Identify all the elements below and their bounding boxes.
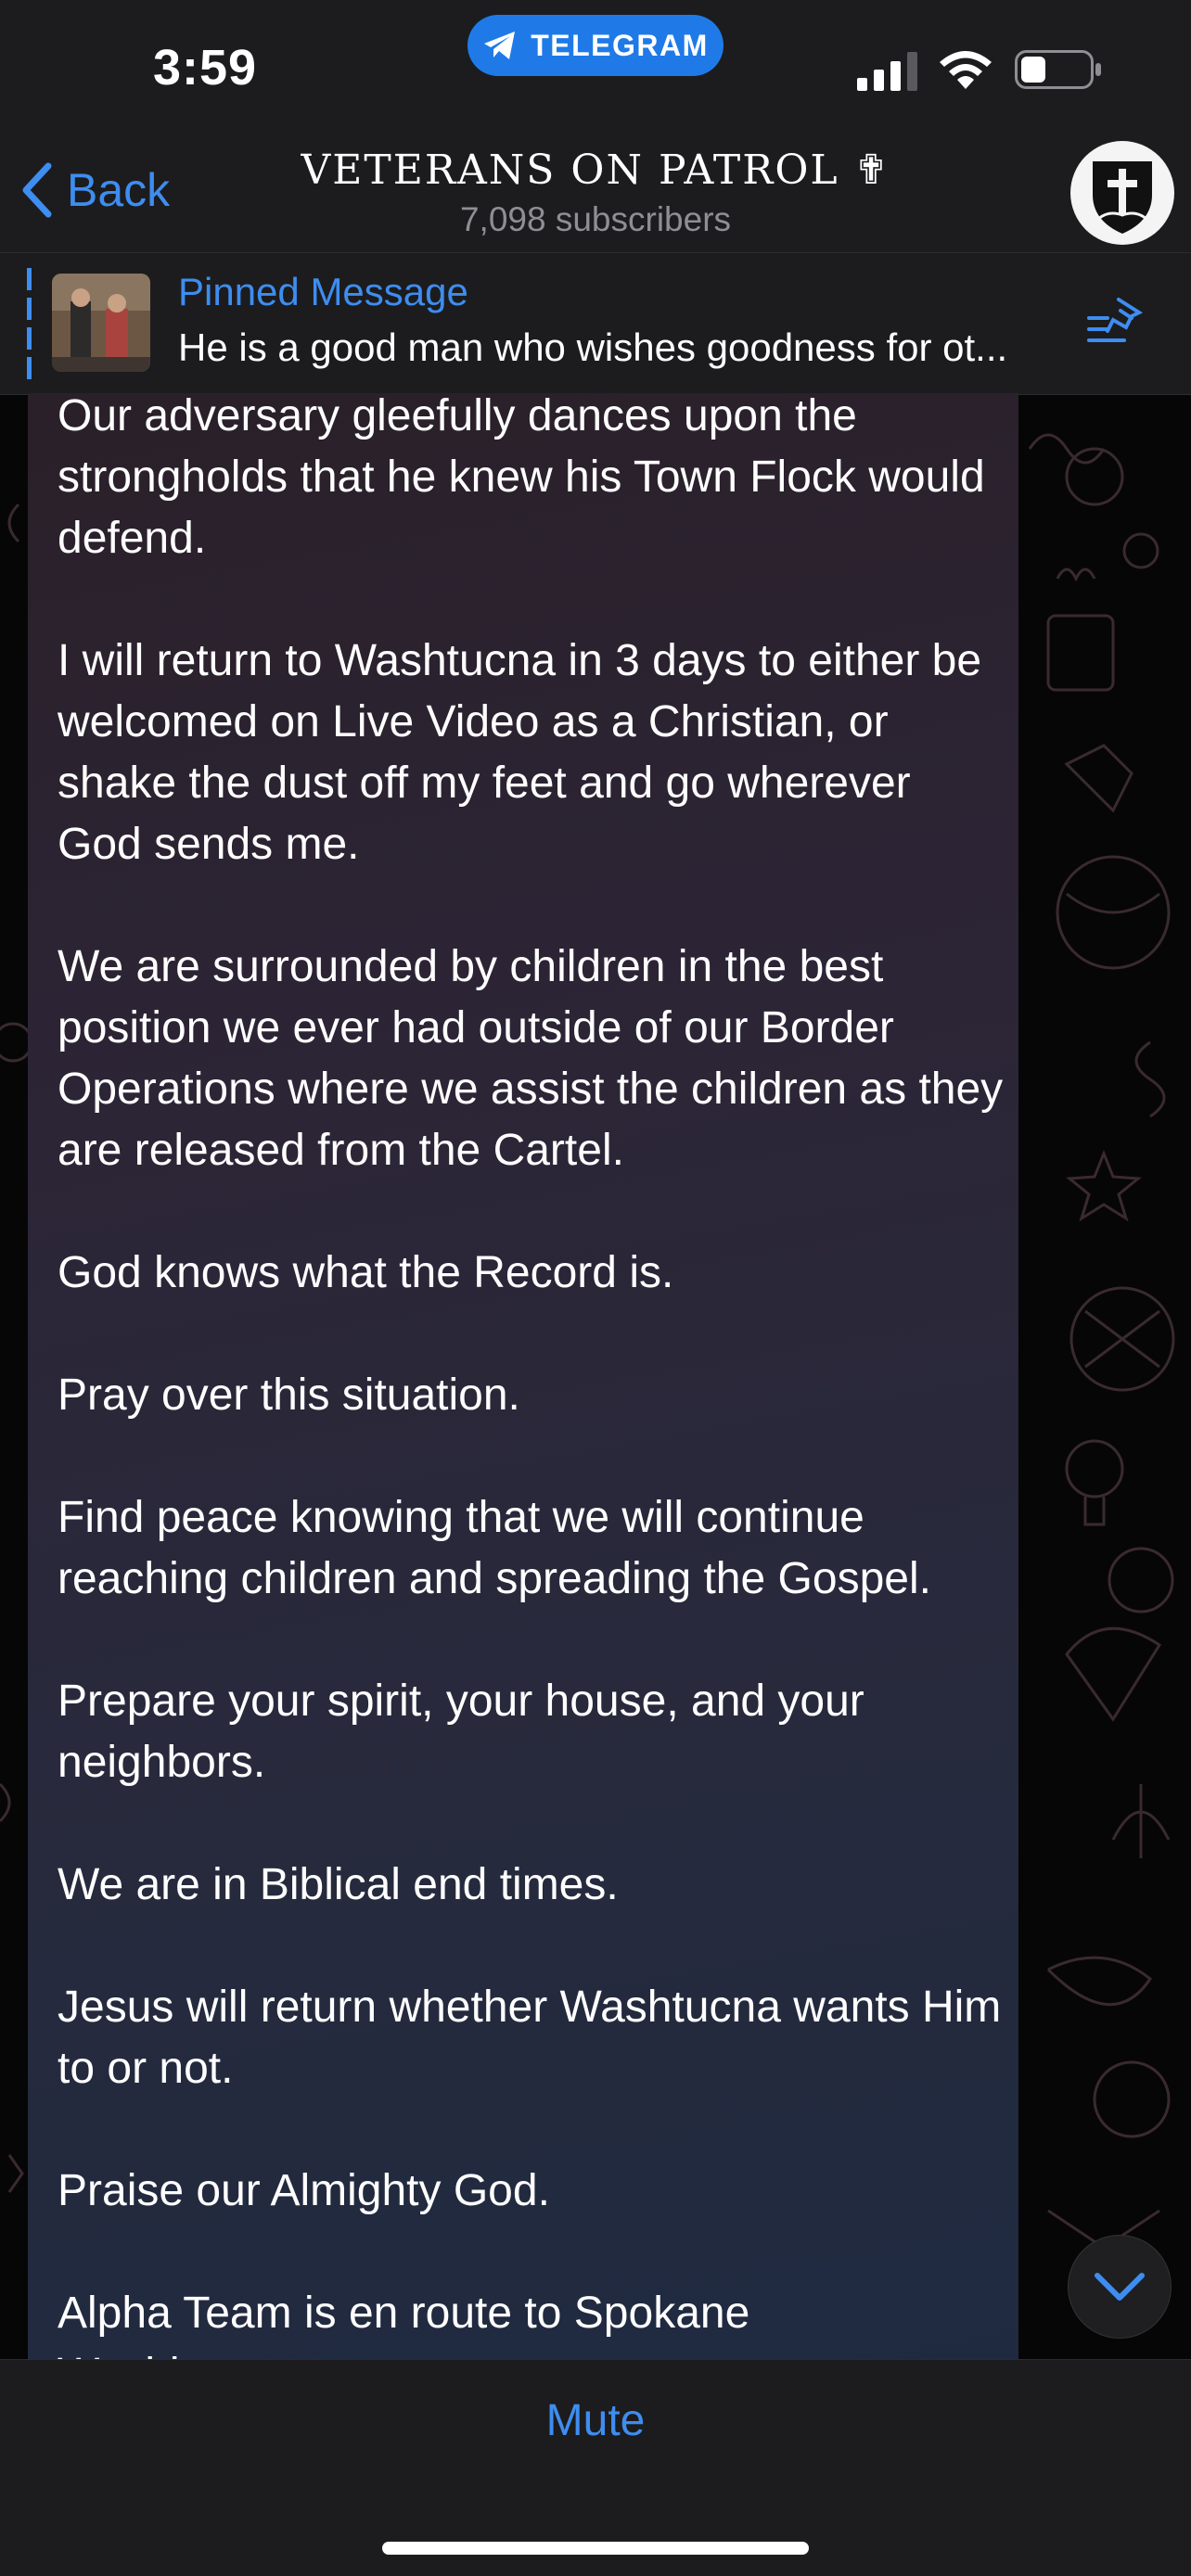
message-paragraph: Find peace knowing that we will continue…: [58, 1493, 931, 1603]
message-paragraph: I will return to Washtucna in 3 days to …: [58, 636, 982, 869]
signal-icon: [857, 52, 917, 91]
pinned-thumbnail: [52, 274, 150, 372]
battery-icon: [1015, 50, 1101, 89]
message-text: Our adversary gleefully dances upon the …: [58, 393, 1004, 2359]
message-bubble[interactable]: Our adversary gleefully dances upon the …: [28, 393, 1018, 2359]
chevron-down-icon: [1095, 2273, 1145, 2301]
subscriber-count: 7,098 subscribers: [459, 200, 732, 238]
bottom-bar: Mute: [0, 2359, 1191, 2576]
pinned-label: Pinned Message: [178, 270, 468, 313]
telegram-app-pill[interactable]: TELEGRAM: [467, 15, 724, 76]
channel-title[interactable]: VETERANS ON PATROL ✟: [0, 147, 1191, 194]
status-bar: 3:59 TELEGRAM: [0, 0, 1191, 130]
message-paragraph: Jesus will return whether Washtucna want…: [58, 1983, 1002, 2093]
message-paragraph: Pray over this situation.: [58, 1371, 520, 1420]
pinned-text: He is a good man who wishes goodness for…: [178, 325, 1008, 369]
mute-button[interactable]: Mute: [0, 2395, 1191, 2446]
chat-header: Back VETERANS ON PATROL ✟ 7,098 subscrib…: [0, 130, 1191, 252]
channel-avatar[interactable]: [1070, 141, 1174, 245]
status-time: 3:59: [153, 40, 258, 96]
pinned-indicator: [27, 268, 32, 379]
pinned-list-icon[interactable]: [1087, 294, 1146, 350]
message-paragraph: Alpha Team is en route to Spokane Washin…: [58, 2289, 750, 2359]
message-paragraph: Prepare your spirit, your house, and you…: [58, 1677, 864, 1787]
telegram-channel-screen: 3:59 TELEGRAM Back VETERANS ON PATROL ✟ …: [0, 0, 1191, 2576]
message-paragraph: Our adversary gleefully dances upon the …: [58, 393, 985, 563]
scroll-to-bottom-button[interactable]: [1068, 2235, 1172, 2339]
message-paragraph: God knows what the Record is.: [58, 1248, 674, 1297]
telegram-plane-icon: [484, 32, 516, 59]
wifi-icon: [940, 51, 992, 89]
telegram-pill-label: TELEGRAM: [531, 28, 709, 62]
message-paragraph: We are in Biblical end times.: [58, 1860, 619, 1909]
home-indicator[interactable]: [382, 2542, 809, 2555]
message-paragraph: Praise our Almighty God.: [58, 2166, 550, 2215]
message-paragraph: We are surrounded by children in the bes…: [58, 942, 1004, 1175]
pinned-message-bar[interactable]: Pinned Message He is a good man who wish…: [0, 252, 1191, 395]
channel-logo-icon: [1072, 143, 1172, 243]
